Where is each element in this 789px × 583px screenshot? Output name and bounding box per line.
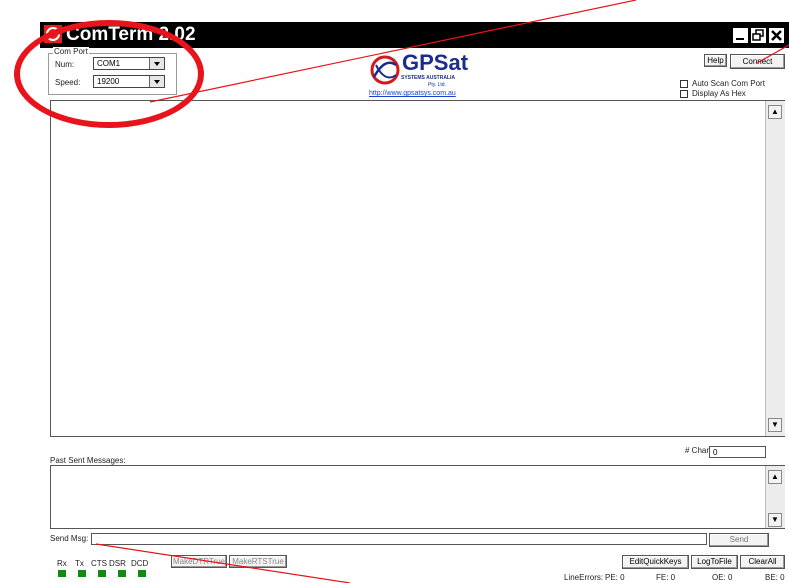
annotation-lines bbox=[95, 0, 789, 583]
